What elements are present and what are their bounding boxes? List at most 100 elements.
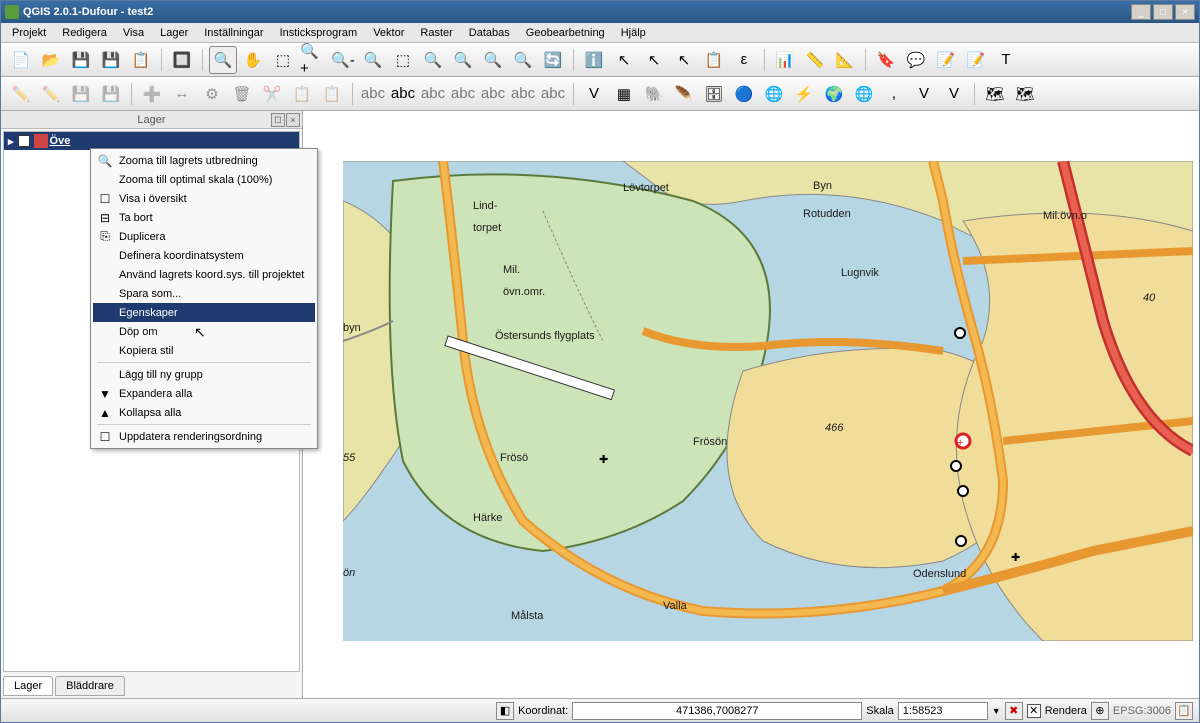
menu-visa[interactable]: Visa: [115, 25, 152, 41]
wcs-icon[interactable]: ⚡: [790, 80, 818, 108]
raster-icon[interactable]: ▦: [610, 80, 638, 108]
zoom-extent-icon[interactable]: ⬚: [389, 46, 417, 74]
save-edits2-icon[interactable]: 💾: [97, 80, 125, 108]
panel-close-icon[interactable]: ×: [286, 113, 300, 127]
vector-icon[interactable]: V: [580, 80, 608, 108]
ctx-collapse-all[interactable]: ▲Kollapsa alla: [93, 403, 315, 422]
label-abc5-icon[interactable]: abc: [479, 80, 507, 108]
save-edits-icon[interactable]: 💾: [67, 80, 95, 108]
close-button[interactable]: ×: [1175, 4, 1195, 20]
ctx-add-group[interactable]: Lägg till ny grupp: [93, 365, 315, 384]
stop-render-icon[interactable]: ✖: [1005, 702, 1023, 720]
zoom-full-icon[interactable]: 🔲: [168, 46, 196, 74]
menu-vektor[interactable]: Vektor: [365, 25, 412, 41]
move-feature-icon[interactable]: ↔: [168, 80, 196, 108]
menu-redigera[interactable]: Redigera: [54, 25, 115, 41]
save-icon[interactable]: 💾: [67, 46, 95, 74]
zoom-next-icon[interactable]: 🔍: [509, 46, 537, 74]
log-icon[interactable]: 📋: [1175, 702, 1193, 720]
label-abc6-icon[interactable]: abc: [509, 80, 537, 108]
layer-checkbox[interactable]: ✕: [18, 135, 30, 147]
map-canvas[interactable]: ✚ ✚ + Lind-torpet Lövtorpet Byn Rotudden…: [303, 111, 1199, 698]
panel-dock-icon[interactable]: ◻: [271, 113, 285, 127]
maximize-button[interactable]: □: [1153, 4, 1173, 20]
wfs-icon[interactable]: 🌍: [820, 80, 848, 108]
ctx-crs-project[interactable]: Använd lagrets koord.sys. till projektet: [93, 265, 315, 284]
pan-icon[interactable]: 🔍: [209, 46, 237, 74]
coordinate-input[interactable]: [572, 702, 862, 720]
zoom-native-icon[interactable]: 🔍: [359, 46, 387, 74]
tip-icon[interactable]: 💬: [902, 46, 930, 74]
edit2-icon[interactable]: ✏️: [37, 80, 65, 108]
zoom-layer-icon[interactable]: 🔍: [449, 46, 477, 74]
pan-selection-icon[interactable]: ⬚: [269, 46, 297, 74]
composer-icon[interactable]: 🗺: [981, 80, 1009, 108]
text-icon[interactable]: T: [992, 46, 1020, 74]
menu-geobearbetning[interactable]: Geobearbetning: [518, 25, 613, 41]
menu-insticksprogram[interactable]: Insticksprogram: [272, 25, 366, 41]
menu-hjalp[interactable]: Hjälp: [613, 25, 654, 41]
menu-raster[interactable]: Raster: [412, 25, 460, 41]
toggle-extents-icon[interactable]: ◧: [496, 702, 514, 720]
annotation-icon[interactable]: 📝: [932, 46, 960, 74]
edit-icon[interactable]: ✏️: [7, 80, 35, 108]
add-feature-icon[interactable]: ➕: [138, 80, 166, 108]
save-as-icon[interactable]: 💾: [97, 46, 125, 74]
deselect-icon[interactable]: ↖: [640, 46, 668, 74]
ctx-duplicate[interactable]: ⎘Duplicera: [93, 227, 315, 246]
crs-icon[interactable]: ⊕: [1091, 702, 1109, 720]
menu-installningar[interactable]: Inställningar: [196, 25, 271, 41]
label-abc-icon[interactable]: abc: [359, 80, 387, 108]
zoom-last-icon[interactable]: 🔍: [479, 46, 507, 74]
annotation2-icon[interactable]: 📝: [962, 46, 990, 74]
field-calc-icon[interactable]: 📊: [771, 46, 799, 74]
expression-icon[interactable]: ε: [730, 46, 758, 74]
hand-icon[interactable]: ✋: [239, 46, 267, 74]
cut-icon[interactable]: ✂️: [258, 80, 286, 108]
select-expr-icon[interactable]: ↖: [670, 46, 698, 74]
ctx-remove[interactable]: ⊟Ta bort: [93, 208, 315, 227]
delete-icon[interactable]: 🗑: [228, 80, 256, 108]
oracle-icon[interactable]: 🔵: [730, 80, 758, 108]
open-project-icon[interactable]: 📂: [37, 46, 65, 74]
ctx-properties[interactable]: Egenskaper: [93, 303, 315, 322]
save-template-icon[interactable]: 📋: [127, 46, 155, 74]
ctx-overview[interactable]: ☐Visa i översikt: [93, 189, 315, 208]
zoom-out-icon[interactable]: 🔍-: [329, 46, 357, 74]
paste-icon[interactable]: 📋: [318, 80, 346, 108]
db-icon[interactable]: 🐘: [640, 80, 668, 108]
label-abc3-icon[interactable]: abc: [419, 80, 447, 108]
ctx-update-order[interactable]: ☐Uppdatera renderingsordning: [93, 427, 315, 446]
copy-icon[interactable]: 📋: [288, 80, 316, 108]
csv-icon[interactable]: ,: [880, 80, 908, 108]
refresh-icon[interactable]: 🔄: [539, 46, 567, 74]
measure-icon[interactable]: 📏: [801, 46, 829, 74]
spatialite-icon[interactable]: 🪶: [670, 80, 698, 108]
ctx-expand-all[interactable]: ▼Expandera alla: [93, 384, 315, 403]
gpx-icon[interactable]: V: [910, 80, 938, 108]
minimize-button[interactable]: _: [1131, 4, 1151, 20]
label-abc7-icon[interactable]: abc: [539, 80, 567, 108]
menu-projekt[interactable]: Projekt: [4, 25, 54, 41]
delimited-icon[interactable]: 🌐: [850, 80, 878, 108]
bookmark-icon[interactable]: 🔖: [872, 46, 900, 74]
zoom-in-icon[interactable]: 🔍+: [299, 46, 327, 74]
composer2-icon[interactable]: 🗺: [1011, 80, 1039, 108]
measure-area-icon[interactable]: 📐: [831, 46, 859, 74]
wms-icon[interactable]: 🌐: [760, 80, 788, 108]
label-abc2-icon[interactable]: abc: [389, 80, 417, 108]
menu-lager[interactable]: Lager: [152, 25, 196, 41]
render-checkbox[interactable]: ✕: [1027, 704, 1041, 718]
identify-icon[interactable]: ℹ️: [580, 46, 608, 74]
ctx-zoom-optimal[interactable]: Zooma till optimal skala (100%): [93, 170, 315, 189]
attr-table-icon[interactable]: 📋: [700, 46, 728, 74]
zoom-selection-icon[interactable]: 🔍: [419, 46, 447, 74]
new-project-icon[interactable]: 📄: [7, 46, 35, 74]
new-vector-icon[interactable]: V: [940, 80, 968, 108]
tab-lager[interactable]: Lager: [3, 676, 53, 696]
ctx-save-as[interactable]: Spara som...: [93, 284, 315, 303]
ctx-zoom-extent[interactable]: 🔍Zooma till lagrets utbredning: [93, 151, 315, 170]
ctx-copy-style[interactable]: Kopiera stil: [93, 341, 315, 360]
select-icon[interactable]: ↖: [610, 46, 638, 74]
scale-input[interactable]: [898, 702, 988, 720]
